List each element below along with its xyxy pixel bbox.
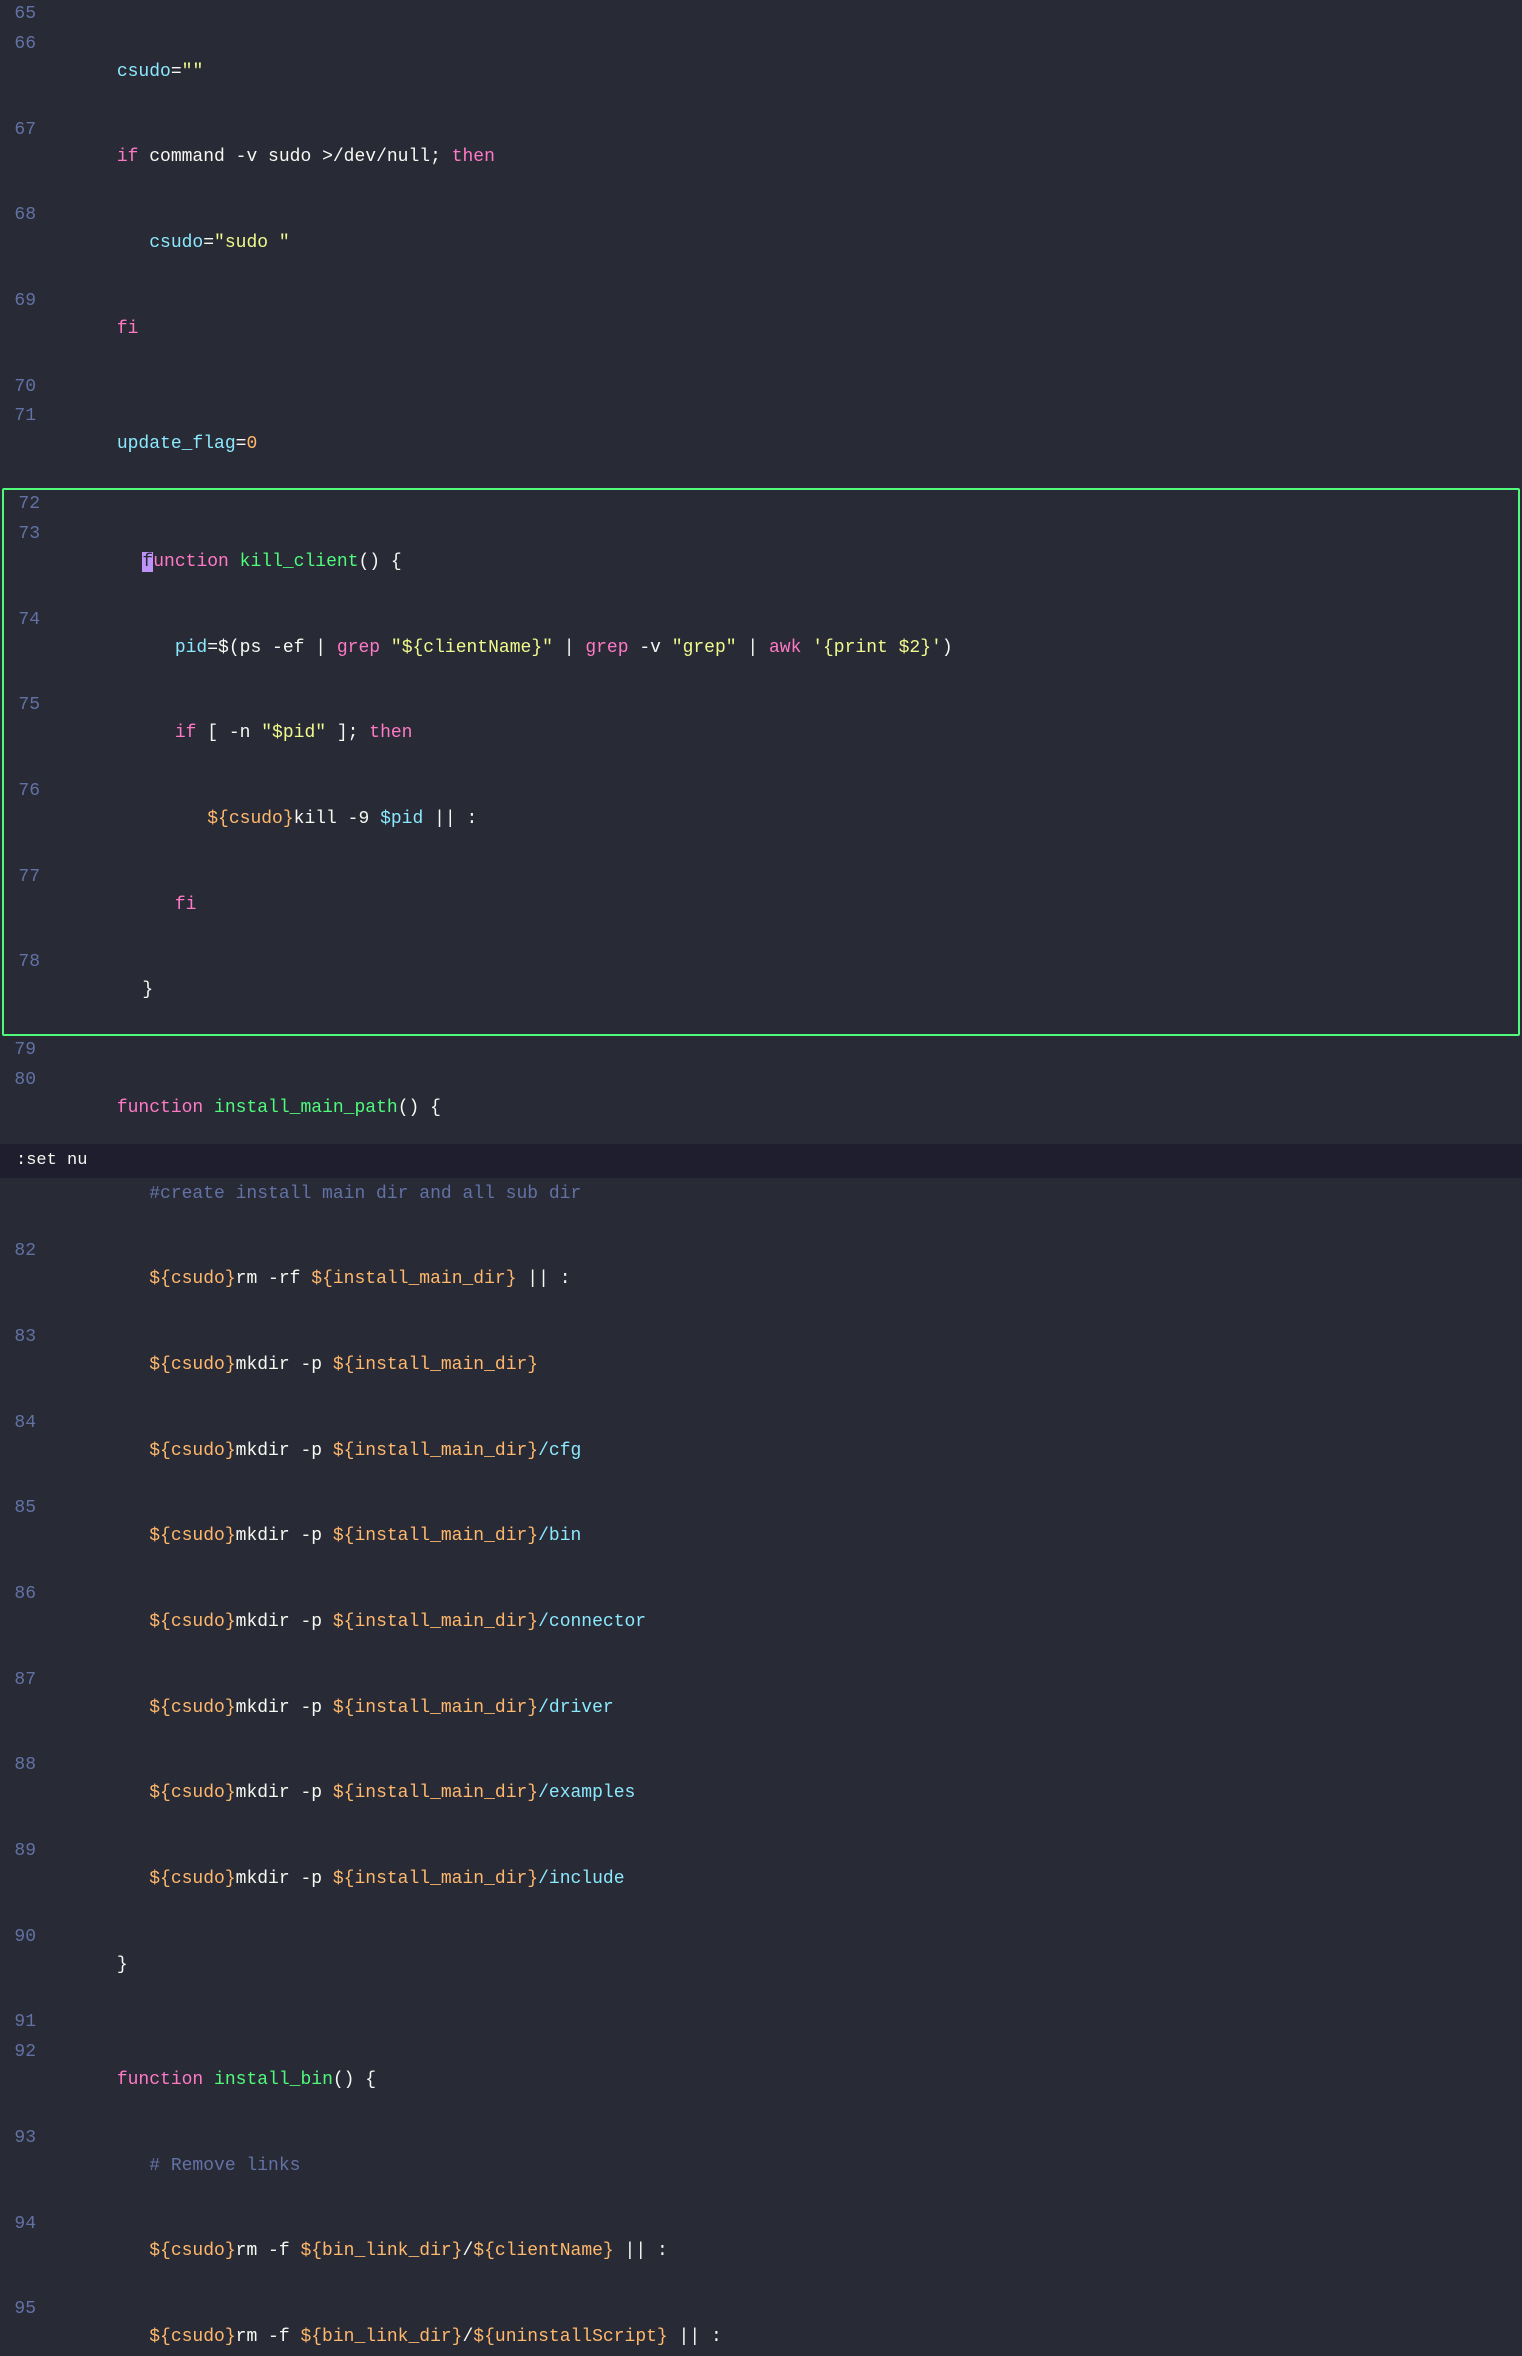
- code-line-73: 73 function kill_client() {: [4, 520, 1518, 606]
- code-line-70: 70: [0, 373, 1522, 403]
- code-line-66: 66 csudo="": [0, 30, 1522, 116]
- code-line-94: 94 ${csudo}rm -f ${bin_link_dir}/${clien…: [0, 2210, 1522, 2296]
- line-num-88: 88: [0, 1752, 52, 1780]
- code-line-92: 92 function install_bin() {: [0, 2038, 1522, 2124]
- line-num-69: 69: [0, 288, 52, 316]
- line-num-65: 65: [0, 1, 52, 29]
- line-num-92: 92: [0, 2039, 52, 2067]
- line-num-85: 85: [0, 1495, 52, 1523]
- line-num-95: 95: [0, 2296, 52, 2324]
- line-num-86: 86: [0, 1581, 52, 1609]
- code-line-71: 71 update_flag=0: [0, 402, 1522, 488]
- line-num-76: 76: [4, 778, 56, 806]
- line-num-82: 82: [0, 1238, 52, 1266]
- code-line-93: 93 # Remove links: [0, 2124, 1522, 2210]
- code-line-76: 76 ${csudo}kill -9 $pid || :: [4, 777, 1518, 863]
- code-line-75: 75 if [ -n "$pid" ]; then: [4, 691, 1518, 777]
- line-num-80: 80: [0, 1067, 52, 1095]
- line-num-75: 75: [4, 692, 56, 720]
- status-text: :set nu: [16, 1151, 87, 1170]
- code-line-85: 85 ${csudo}mkdir -p ${install_main_dir}/…: [0, 1494, 1522, 1580]
- code-line-79: 79: [0, 1036, 1522, 1066]
- code-line-65: 65: [0, 0, 1522, 30]
- line-num-70: 70: [0, 374, 52, 402]
- code-line-80: 80 function install_main_path() {: [0, 1066, 1522, 1152]
- line-num-74: 74: [4, 607, 56, 635]
- line-num-93: 93: [0, 2125, 52, 2153]
- code-line-82: 82 ${csudo}rm -rf ${install_main_dir} ||…: [0, 1237, 1522, 1323]
- line-num-66: 66: [0, 31, 52, 59]
- code-line-91: 91: [0, 2008, 1522, 2038]
- code-line-74: 74 pid=$(ps -ef | grep "${clientName}" |…: [4, 606, 1518, 692]
- line-num-84: 84: [0, 1410, 52, 1438]
- line-num-67: 67: [0, 117, 52, 145]
- code-line-95: 95 ${csudo}rm -f ${bin_link_dir}/${unins…: [0, 2295, 1522, 2356]
- line-num-94: 94: [0, 2211, 52, 2239]
- code-line-78: 78 }: [4, 948, 1518, 1034]
- code-line-67: 67 if command -v sudo >/dev/null; then: [0, 116, 1522, 202]
- line-num-68: 68: [0, 202, 52, 230]
- code-line-83: 83 ${csudo}mkdir -p ${install_main_dir}: [0, 1323, 1522, 1409]
- line-num-89: 89: [0, 1838, 52, 1866]
- code-editor: 65 66 csudo="" 67 if command -v sudo >/d…: [0, 0, 1522, 2356]
- line-num-79: 79: [0, 1037, 52, 1065]
- code-line-87: 87 ${csudo}mkdir -p ${install_main_dir}/…: [0, 1666, 1522, 1752]
- line-num-71: 71: [0, 403, 52, 431]
- code-line-68: 68 csudo="sudo ": [0, 201, 1522, 287]
- code-line-72: 72: [4, 490, 1518, 520]
- line-num-90: 90: [0, 1924, 52, 1952]
- code-line-77: 77 fi: [4, 863, 1518, 949]
- code-line-89: 89 ${csudo}mkdir -p ${install_main_dir}/…: [0, 1837, 1522, 1923]
- line-num-87: 87: [0, 1667, 52, 1695]
- code-line-84: 84 ${csudo}mkdir -p ${install_main_dir}/…: [0, 1409, 1522, 1495]
- code-line-86: 86 ${csudo}mkdir -p ${install_main_dir}/…: [0, 1580, 1522, 1666]
- line-num-72: 72: [4, 491, 56, 519]
- code-line-88: 88 ${csudo}mkdir -p ${install_main_dir}/…: [0, 1751, 1522, 1837]
- line-num-83: 83: [0, 1324, 52, 1352]
- status-bar: :set nu: [0, 1144, 1522, 1178]
- line-num-73: 73: [4, 521, 56, 549]
- line-num-78: 78: [4, 949, 56, 977]
- line-num-77: 77: [4, 864, 56, 892]
- code-line-69: 69 fi: [0, 287, 1522, 373]
- code-line-90: 90 }: [0, 1923, 1522, 2009]
- line-num-91: 91: [0, 2009, 52, 2037]
- highlighted-block: 72 73 function kill_client() { 74 pid=$(…: [2, 488, 1520, 1036]
- selected-char-f: f: [142, 552, 153, 572]
